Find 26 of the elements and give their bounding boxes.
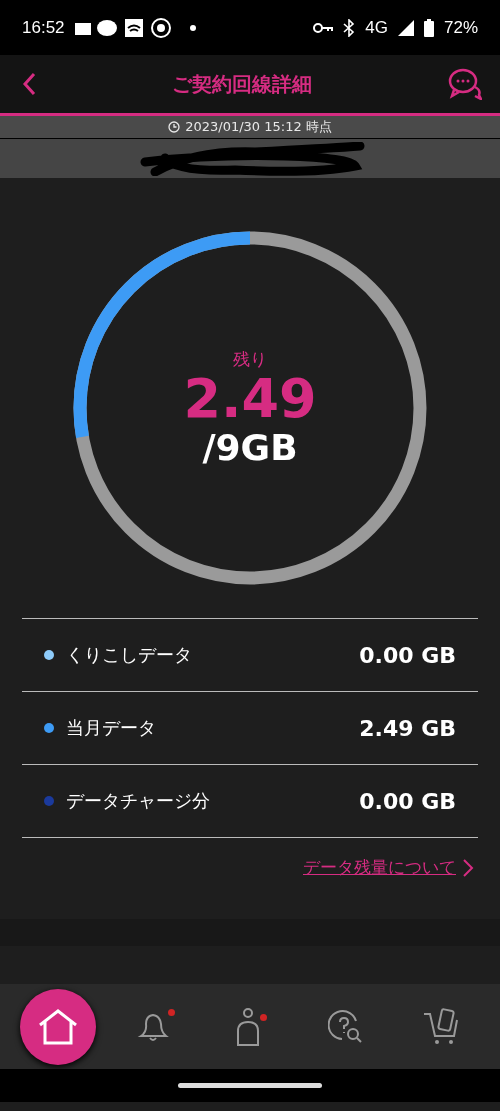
page-title: ご契約回線詳細 (172, 70, 312, 98)
home-icon (37, 1007, 79, 1046)
signal-icon (397, 19, 414, 36)
data-amount: 2.49 GB (359, 715, 456, 741)
chat-bubbles-icon[interactable] (448, 68, 482, 100)
data-type-label: データチャージ分 (66, 789, 211, 813)
network-type: 4G (365, 17, 388, 38)
remaining-amount: 2.49 (183, 370, 317, 428)
data-amount: 0.00 GB (359, 642, 456, 668)
bluetooth-icon (343, 18, 356, 37)
remaining-label: 残り (233, 347, 267, 371)
back-icon[interactable] (22, 72, 36, 96)
update-time: 2023/01/30 15:12 時点 (185, 118, 332, 136)
key-icon (313, 21, 334, 34)
chevron-right-icon[interactable] (462, 857, 474, 878)
data-info-link[interactable]: データ残量について (303, 856, 456, 879)
data-type-label: くりこしデータ (66, 643, 193, 667)
data-type-label: 当月データ (66, 716, 157, 740)
data-amount: 0.00 GB (359, 788, 456, 814)
total-capacity: /9GB (202, 427, 298, 469)
clock-time: 16:52 (22, 17, 65, 38)
help-search-icon (328, 1008, 364, 1045)
clock-icon (168, 121, 181, 133)
nav-tab[interactable] (20, 988, 96, 1065)
battery-icon (423, 18, 434, 37)
battery-percent: 72% (443, 17, 478, 38)
